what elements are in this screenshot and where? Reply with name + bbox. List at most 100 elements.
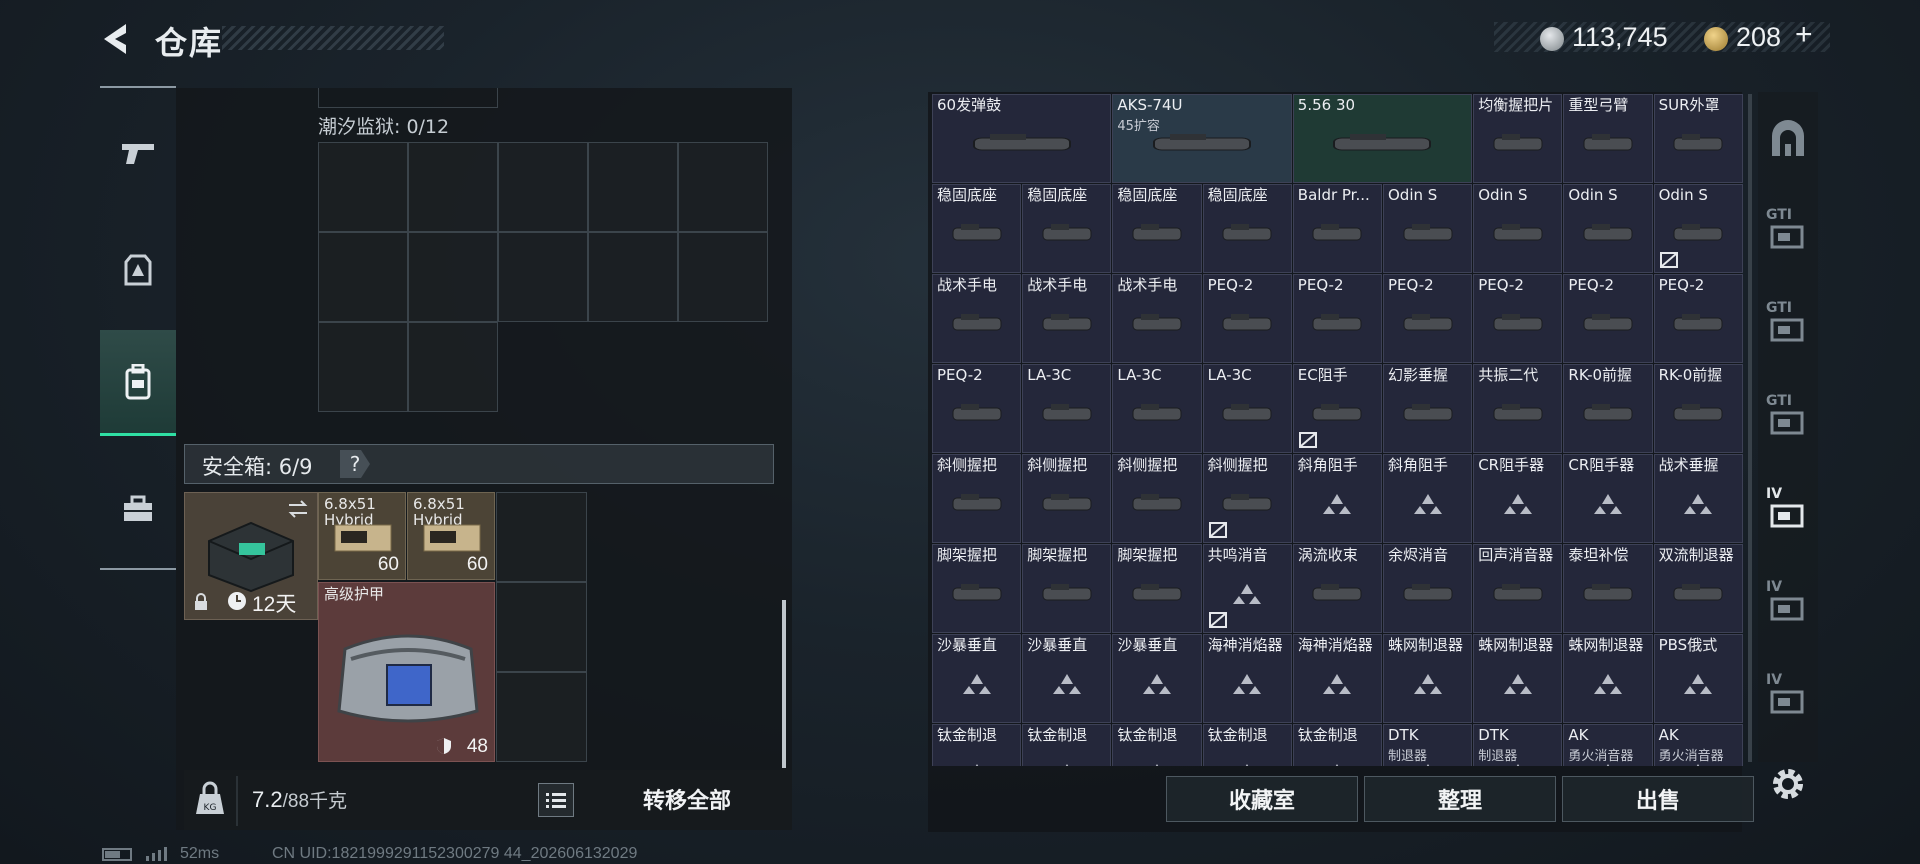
storage-slot[interactable] — [498, 232, 588, 322]
swap-icon[interactable] — [287, 499, 309, 519]
inventory-item[interactable]: AK 勇火消音器 — [1563, 724, 1653, 766]
inventory-item[interactable]: DTK 制退器 — [1473, 724, 1563, 766]
inventory-item[interactable]: 稳固底座 — [1202, 184, 1292, 273]
transfer-all-button[interactable]: 转移全部 — [594, 776, 780, 822]
inventory-item[interactable]: 泰坦补偿 — [1563, 544, 1653, 633]
inventory-item[interactable]: 钛金制退 — [1022, 724, 1112, 766]
inventory-item[interactable]: Odin S — [1383, 184, 1473, 273]
list-view-button[interactable] — [538, 783, 574, 817]
rail-item-weapons[interactable] — [100, 100, 176, 206]
collection-button[interactable]: 收藏室 — [1166, 776, 1358, 822]
inventory-item[interactable]: 战术手电 — [1022, 274, 1112, 363]
inventory-item[interactable]: RK-0前握 — [1653, 364, 1743, 453]
inventory-item[interactable]: PEQ-2 — [1563, 274, 1653, 363]
inventory-item[interactable]: 钛金制退 — [1112, 724, 1202, 766]
inventory-item[interactable]: Odin S — [1473, 184, 1563, 273]
rail-item-backpack[interactable] — [100, 330, 176, 436]
back-arrow-icon[interactable] — [98, 20, 132, 58]
inventory-item[interactable]: EC阻手 — [1292, 364, 1382, 453]
inventory-item[interactable]: 5.56 30 — [1292, 94, 1473, 183]
right-rail-vault[interactable] — [1762, 110, 1814, 170]
storage-slot[interactable] — [408, 322, 498, 412]
inventory-item[interactable]: PEQ-2 — [1473, 274, 1563, 363]
storage-slot[interactable] — [318, 232, 408, 322]
inventory-item[interactable]: 斜侧握把 — [1022, 454, 1112, 543]
inventory-scrollbar[interactable] — [1748, 94, 1752, 762]
inventory-item[interactable]: 60发弹鼓 — [932, 94, 1112, 183]
right-rail-gti-2[interactable]: GTI — [1762, 296, 1814, 356]
inventory-item[interactable]: 斜角阻手 — [1383, 454, 1473, 543]
inventory-item[interactable]: PEQ-2 — [1292, 274, 1382, 363]
inventory-item[interactable]: SUR外罩 — [1653, 94, 1743, 183]
gear-icon[interactable] — [1766, 762, 1810, 806]
inventory-item[interactable]: LA-3C — [1202, 364, 1292, 453]
ammo-item[interactable]: 6.8x51 Hybrid 60 — [407, 492, 495, 580]
storage-slot[interactable] — [408, 232, 498, 322]
inventory-item[interactable]: DTK 制退器 — [1383, 724, 1473, 766]
inventory-item[interactable]: 脚架握把 — [1022, 544, 1112, 633]
rail-item-toolbox[interactable] — [100, 456, 176, 562]
ammo-item[interactable]: 6.8x51 Hybrid 60 — [318, 492, 406, 580]
inventory-item[interactable]: 战术手电 — [1112, 274, 1202, 363]
storage-scrollbar[interactable] — [782, 600, 786, 768]
inventory-item[interactable]: Odin S — [1563, 184, 1653, 273]
storage-slot[interactable] — [318, 142, 408, 232]
inventory-item[interactable]: CR阻手器 — [1563, 454, 1653, 543]
add-currency-button[interactable]: + — [1795, 18, 1813, 52]
inventory-item[interactable]: PEQ-2 — [1202, 274, 1292, 363]
inventory-item[interactable]: PEQ-2 — [1383, 274, 1473, 363]
right-rail-iv-2[interactable]: IV — [1762, 575, 1814, 635]
inventory-item[interactable]: AK 勇火消音器 — [1653, 724, 1743, 766]
inventory-item[interactable]: 共振二代 — [1473, 364, 1563, 453]
storage-slot[interactable] — [588, 142, 678, 232]
inventory-item[interactable]: 战术垂握 — [1653, 454, 1743, 543]
armor-item[interactable]: 高级护甲 48 — [318, 582, 495, 762]
inventory-item[interactable]: LA-3C — [1112, 364, 1202, 453]
sell-button[interactable]: 出售 — [1562, 776, 1754, 822]
inventory-item[interactable]: PEQ-2 — [1653, 274, 1743, 363]
inventory-item[interactable]: 蛛网制退器 — [1473, 634, 1563, 723]
inventory-item[interactable]: 海神消焰器 — [1202, 634, 1292, 723]
inventory-item[interactable]: AKS-74U 45扩容 — [1112, 94, 1292, 183]
right-rail-iv-3[interactable]: IV — [1762, 668, 1814, 728]
inventory-item[interactable]: 均衡握把片 — [1473, 94, 1563, 183]
storage-slot[interactable] — [498, 142, 588, 232]
inventory-item[interactable]: 斜侧握把 — [1112, 454, 1202, 543]
inventory-item[interactable]: 双流制退器 — [1653, 544, 1743, 633]
safe-case-item[interactable] — [184, 492, 318, 620]
inventory-item[interactable]: 重型弓臂 — [1563, 94, 1653, 183]
inventory-item[interactable]: 稳固底座 — [932, 184, 1022, 273]
inventory-item[interactable]: 共鸣消音 — [1202, 544, 1292, 633]
inventory-item[interactable]: 蛛网制退器 — [1383, 634, 1473, 723]
inventory-item[interactable]: 钛金制退 — [1202, 724, 1292, 766]
right-rail-gti-3[interactable]: GTI — [1762, 389, 1814, 449]
inventory-item[interactable]: RK-0前握 — [1563, 364, 1653, 453]
inventory-item[interactable]: 斜侧握把 — [1202, 454, 1292, 543]
storage-slot[interactable] — [678, 142, 768, 232]
inventory-item[interactable]: 沙暴垂直 — [1112, 634, 1202, 723]
inventory-item[interactable]: 蛛网制退器 — [1563, 634, 1653, 723]
right-rail-iv-1[interactable]: IV — [1762, 482, 1814, 542]
inventory-item[interactable]: 海神消焰器 — [1292, 634, 1382, 723]
inventory-item[interactable]: 回声消音器 — [1473, 544, 1563, 633]
rail-item-armor[interactable] — [100, 218, 176, 324]
inventory-item[interactable]: LA-3C — [1022, 364, 1112, 453]
inventory-item[interactable]: Baldr Pr... — [1292, 184, 1382, 273]
inventory-item[interactable]: Odin S — [1653, 184, 1743, 273]
inventory-item[interactable]: PBS俄式 — [1653, 634, 1743, 723]
inventory-item[interactable]: 斜角阻手 — [1292, 454, 1382, 543]
organize-button[interactable]: 整理 — [1364, 776, 1556, 822]
inventory-item[interactable]: 涡流收束 — [1292, 544, 1382, 633]
storage-slot[interactable] — [678, 232, 768, 322]
inventory-item[interactable]: 稳固底座 — [1022, 184, 1112, 273]
inventory-item[interactable]: 斜侧握把 — [932, 454, 1022, 543]
inventory-item[interactable]: 钛金制退 — [932, 724, 1022, 766]
inventory-item[interactable]: 钛金制退 — [1292, 724, 1382, 766]
inventory-item[interactable]: PEQ-2 — [932, 364, 1022, 453]
inventory-item[interactable]: CR阻手器 — [1473, 454, 1563, 543]
inventory-item[interactable]: 余烬消音 — [1383, 544, 1473, 633]
inventory-item[interactable]: 沙暴垂直 — [1022, 634, 1112, 723]
right-rail-gti-1[interactable]: GTI — [1762, 203, 1814, 263]
inventory-item[interactable]: 战术手电 — [932, 274, 1022, 363]
storage-slot[interactable] — [408, 142, 498, 232]
